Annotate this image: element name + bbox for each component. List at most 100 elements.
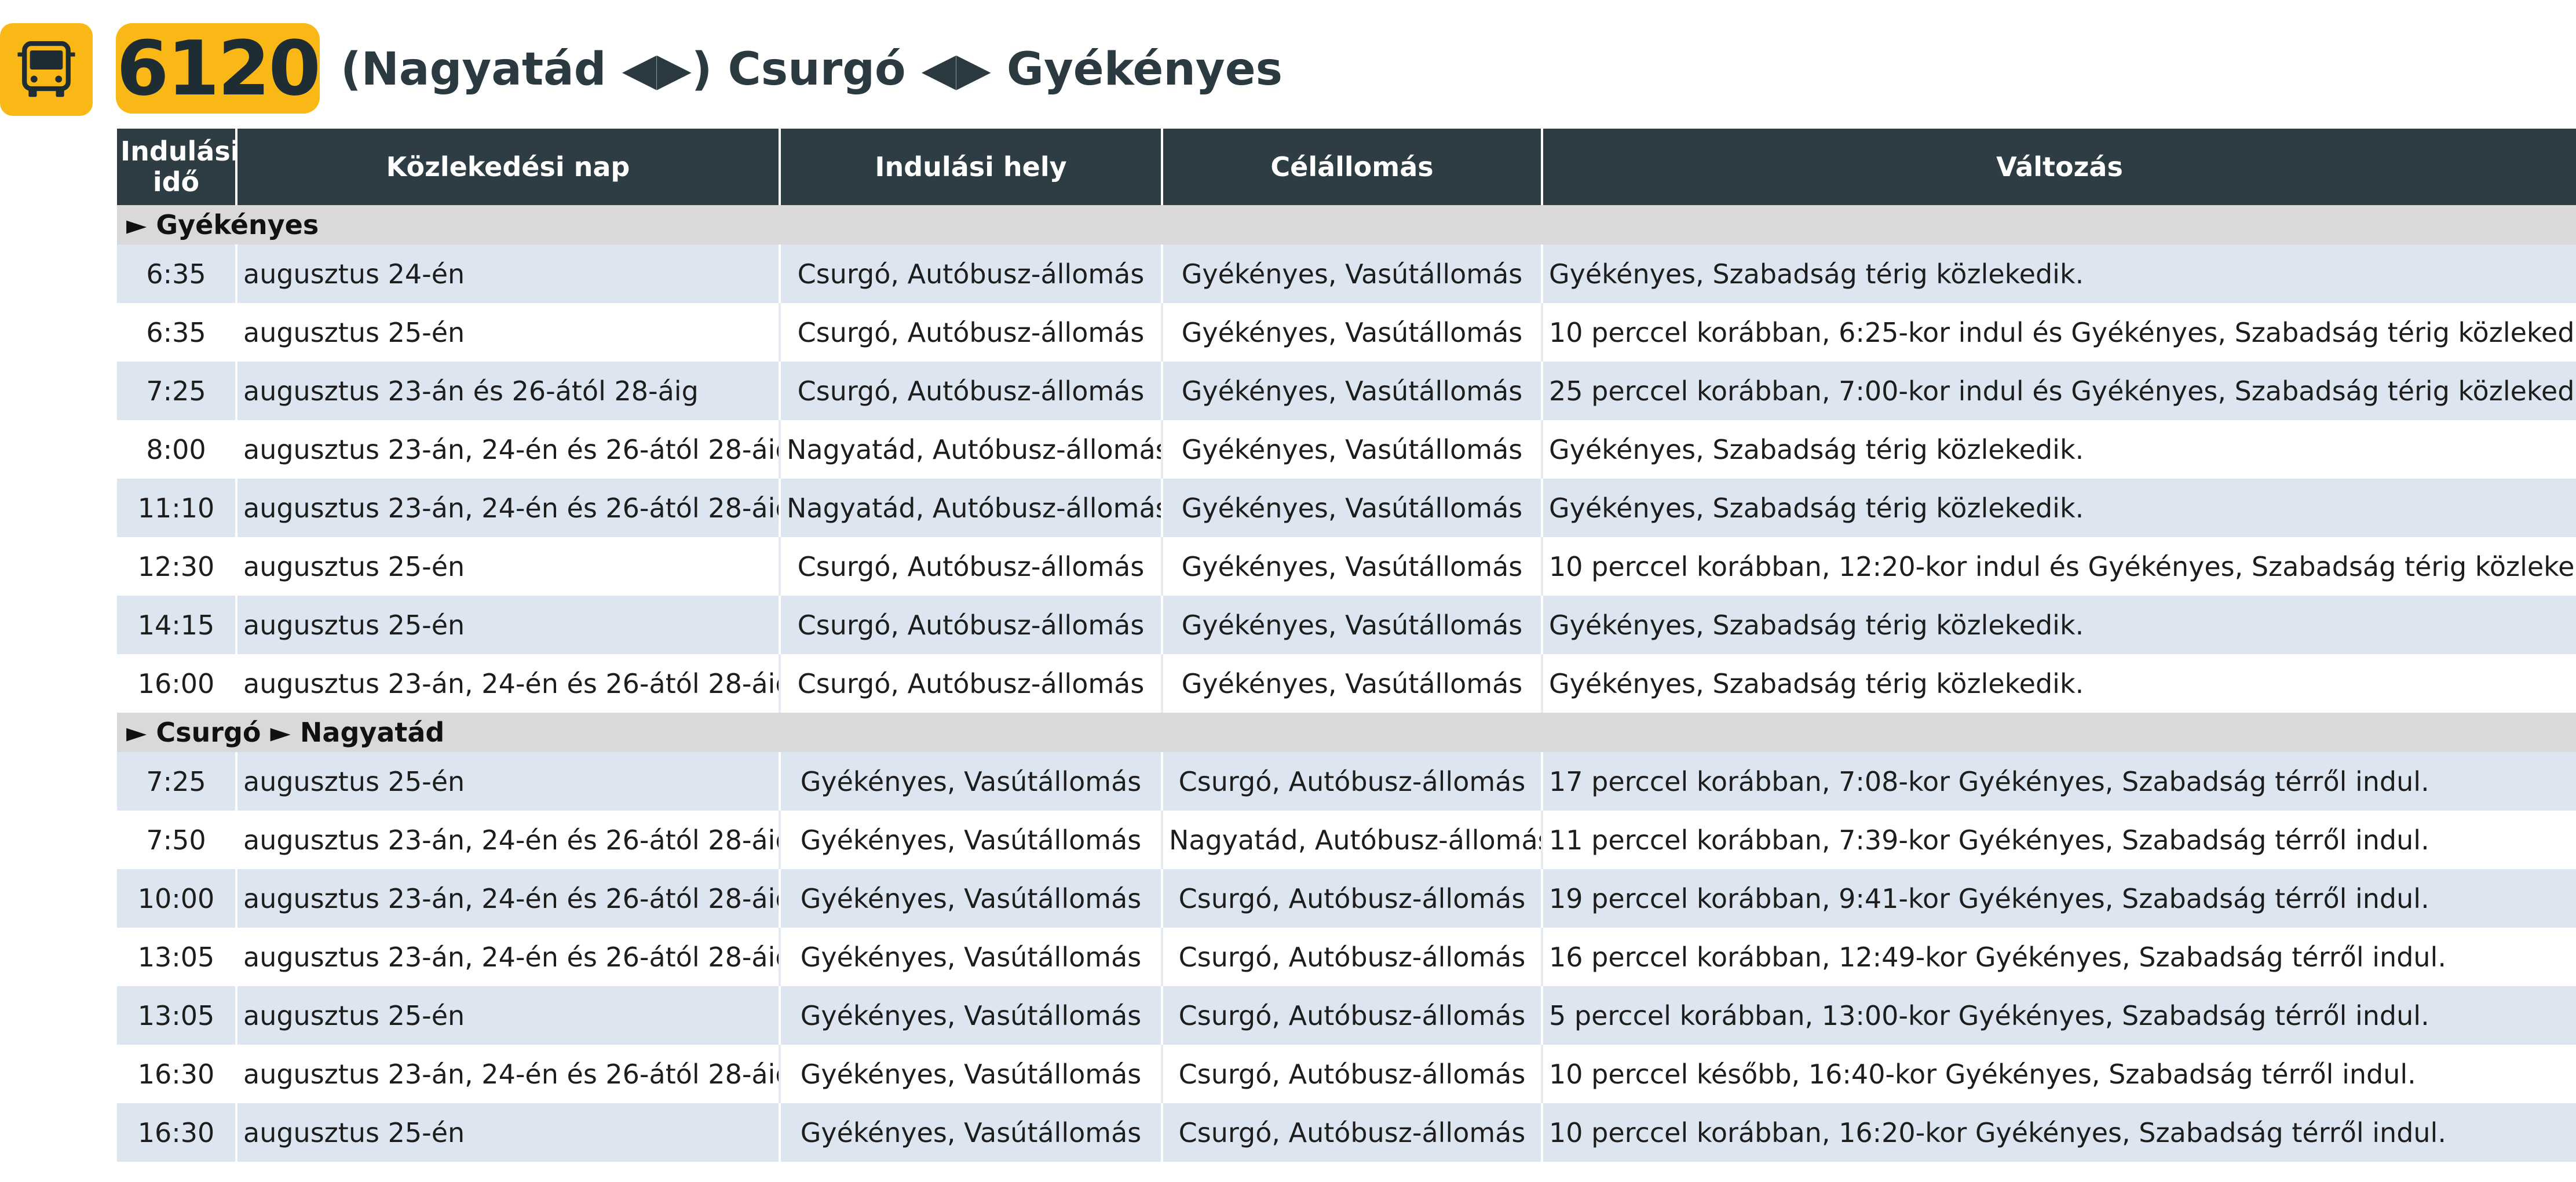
section-title: ► Csurgó ► Nagyatád (117, 713, 2576, 752)
departure-place-cell: Csurgó, Autóbusz-állomás (780, 303, 1163, 362)
change-cell: Gyékényes, Szabadság térig közlekedik. (1542, 654, 2576, 713)
departure-place-cell: Nagyatád, Autóbusz-állomás (780, 420, 1163, 479)
destination-cell: Gyékényes, Vasútállomás (1162, 420, 1543, 479)
table-row: 13:05 augusztus 23-án, 24-én és 26-ától 2… (117, 928, 2576, 986)
column-header-change: Változás (1542, 129, 2576, 205)
column-header-service-day: Közlekedési nap (236, 129, 781, 205)
service-day-cell: augusztus 23-án, 24-én és 26-ától 28-áig (236, 811, 781, 869)
change-cell: 11 perccel korábban, 7:39-kor Gyékényes,… (1542, 811, 2576, 869)
departure-place-cell: Nagyatád, Autóbusz-állomás (780, 479, 1163, 537)
table-row: 7:25 augusztus 23-án és 26-ától 28-áig Csu… (117, 362, 2576, 420)
table-row: 16:30 augusztus 25-én Gyékényes, Vasútállo… (117, 1103, 2576, 1162)
departure-time-cell: 7:25 (117, 362, 237, 420)
table-row: 10:00 augusztus 23-án, 24-én és 26-ától 2… (117, 869, 2576, 928)
timetable: Indulási idő Közlekedési nap Indulási hel… (117, 129, 2576, 1162)
departure-time-cell: 16:30 (117, 1045, 237, 1103)
service-day-cell: augusztus 23-án, 24-én és 26-ától 28-áig (236, 654, 781, 713)
destination-cell: Gyékényes, Vasútállomás (1162, 537, 1543, 596)
departure-time-cell: 12:30 (117, 537, 237, 596)
table-row: 6:35 augusztus 24-én Csurgó, Autóbusz-állo… (117, 245, 2576, 303)
page-header: 6120 (Nagyatád ◀▶) Csurgó ◀▶ Gyékényes (0, 23, 2576, 116)
service-day-cell: augusztus 25-én (236, 596, 781, 654)
departure-time-cell: 8:00 (117, 420, 237, 479)
destination-cell: Gyékényes, Vasútállomás (1162, 362, 1543, 420)
departure-time-cell: 16:00 (117, 654, 237, 713)
change-cell: 16 perccel korábban, 12:49-kor Gyékényes… (1542, 928, 2576, 986)
column-header-departure-place: Indulási hely (780, 129, 1163, 205)
table-row: 6:35 augusztus 25-én Csurgó, Autóbusz-állo… (117, 303, 2576, 362)
change-cell: Gyékényes, Szabadság térig közlekedik. (1542, 479, 2576, 537)
destination-cell: Gyékényes, Vasútállomás (1162, 654, 1543, 713)
destination-cell: Gyékényes, Vasútállomás (1162, 303, 1543, 362)
destination-cell: Gyékényes, Vasútállomás (1162, 479, 1543, 537)
departure-place-cell: Gyékényes, Vasútállomás (780, 986, 1163, 1045)
destination-cell: Gyékényes, Vasútállomás (1162, 245, 1543, 303)
departure-place-cell: Gyékényes, Vasútállomás (780, 928, 1163, 986)
service-day-cell: augusztus 25-én (236, 752, 781, 811)
destination-cell: Csurgó, Autóbusz-állomás (1162, 1103, 1543, 1162)
destination-cell: Csurgó, Autóbusz-állomás (1162, 1045, 1543, 1103)
table-header-row: Indulási idő Közlekedési nap Indulási hel… (117, 129, 2576, 205)
departure-time-cell: 10:00 (117, 869, 237, 928)
column-header-departure-time: Indulási idő (117, 129, 240, 205)
table-row: 16:30 augusztus 23-án, 24-én és 26-ától 2… (117, 1045, 2576, 1103)
table-row: 7:50 augusztus 23-án, 24-én és 26-ától 28… (117, 811, 2576, 869)
service-day-cell: augusztus 25-én (236, 986, 781, 1045)
departure-time-cell: 16:30 (117, 1103, 237, 1162)
table-row: 13:05 augusztus 25-én Gyékényes, Vasútállo… (117, 986, 2576, 1045)
change-cell: 25 perccel korábban, 7:00-kor indul és G… (1542, 362, 2576, 420)
destination-cell: Csurgó, Autóbusz-állomás (1162, 869, 1543, 928)
timetable-table: Indulási idő Közlekedési nap Indulási hel… (117, 129, 2576, 1162)
destination-cell: Csurgó, Autóbusz-állomás (1162, 752, 1543, 811)
change-cell: 19 perccel korábban, 9:41-kor Gyékényes,… (1542, 869, 2576, 928)
service-day-cell: augusztus 23-án és 26-ától 28-áig (236, 362, 781, 420)
destination-cell: Gyékényes, Vasútállomás (1162, 596, 1543, 654)
departure-time-cell: 6:35 (117, 245, 237, 303)
table-row: 16:00 augusztus 23-án, 24-én és 26-ától 2… (117, 654, 2576, 713)
change-cell: 10 perccel később, 16:40-kor Gyékényes, … (1542, 1045, 2576, 1103)
section-title: ► Gyékényes (117, 205, 2576, 245)
bus-icon (0, 23, 93, 116)
destination-cell: Csurgó, Autóbusz-állomás (1162, 928, 1543, 986)
route-title: (Nagyatád ◀▶) Csurgó ◀▶ Gyékényes (341, 43, 1283, 96)
table-row: 8:00 augusztus 23-án, 24-én és 26-ától 28… (117, 420, 2576, 479)
departure-place-cell: Csurgó, Autóbusz-állomás (780, 654, 1163, 713)
departure-time-cell: 13:05 (117, 928, 237, 986)
change-cell: 5 perccel korábban, 13:00-kor Gyékényes,… (1542, 986, 2576, 1045)
departure-time-cell: 7:25 (117, 752, 237, 811)
change-cell: 10 perccel korábban, 16:20-kor Gyékényes… (1542, 1103, 2576, 1162)
service-day-cell: augusztus 24-én (236, 245, 781, 303)
destination-cell: Nagyatád, Autóbusz-állomás (1162, 811, 1543, 869)
departure-place-cell: Gyékényes, Vasútállomás (780, 1045, 1163, 1103)
change-cell: 10 perccel korábban, 12:20-kor indul és … (1542, 537, 2576, 596)
departure-place-cell: Gyékényes, Vasútállomás (780, 1103, 1163, 1162)
departure-place-cell: Csurgó, Autóbusz-állomás (780, 537, 1163, 596)
service-day-cell: augusztus 23-án, 24-én és 26-ától 28-áig (236, 928, 781, 986)
service-day-cell: augusztus 23-án, 24-én és 26-ától 28-áig (236, 479, 781, 537)
departure-time-cell: 6:35 (117, 303, 237, 362)
departure-place-cell: Csurgó, Autóbusz-állomás (780, 245, 1163, 303)
change-cell: Gyékényes, Szabadság térig közlekedik. (1542, 245, 2576, 303)
service-day-cell: augusztus 25-én (236, 1103, 781, 1162)
departure-place-cell: Gyékényes, Vasútállomás (780, 752, 1163, 811)
departure-place-cell: Gyékényes, Vasútállomás (780, 869, 1163, 928)
service-day-cell: augusztus 23-án, 24-én és 26-ától 28-áig (236, 869, 781, 928)
table-row: 12:30 augusztus 25-én Csurgó, Autóbusz-áll… (117, 537, 2576, 596)
table-row: 7:25 augusztus 25-én Gyékényes, Vasútállom… (117, 752, 2576, 811)
table-body: ► Gyékényes 6:35 augusztus 24-én Csurgó, Au… (117, 205, 2576, 1162)
column-header-destination: Célállomás (1162, 129, 1543, 205)
section-row: ► Csurgó ► Nagyatád (117, 713, 2576, 752)
change-cell: Gyékényes, Szabadság térig közlekedik. (1542, 596, 2576, 654)
table-row: 14:15 augusztus 25-én Csurgó, Autóbusz-áll… (117, 596, 2576, 654)
change-cell: 10 perccel korábban, 6:25-kor indul és G… (1542, 303, 2576, 362)
change-cell: 17 perccel korábban, 7:08-kor Gyékényes,… (1542, 752, 2576, 811)
service-day-cell: augusztus 23-án, 24-én és 26-ától 28-áig (236, 420, 781, 479)
departure-place-cell: Csurgó, Autóbusz-állomás (780, 596, 1163, 654)
change-cell: Gyékényes, Szabadság térig közlekedik. (1542, 420, 2576, 479)
departure-time-cell: 13:05 (117, 986, 237, 1045)
departure-place-cell: Csurgó, Autóbusz-állomás (780, 362, 1163, 420)
departure-time-cell: 14:15 (117, 596, 237, 654)
route-number-badge: 6120 (116, 23, 321, 114)
destination-cell: Csurgó, Autóbusz-állomás (1162, 986, 1543, 1045)
service-day-cell: augusztus 25-én (236, 537, 781, 596)
